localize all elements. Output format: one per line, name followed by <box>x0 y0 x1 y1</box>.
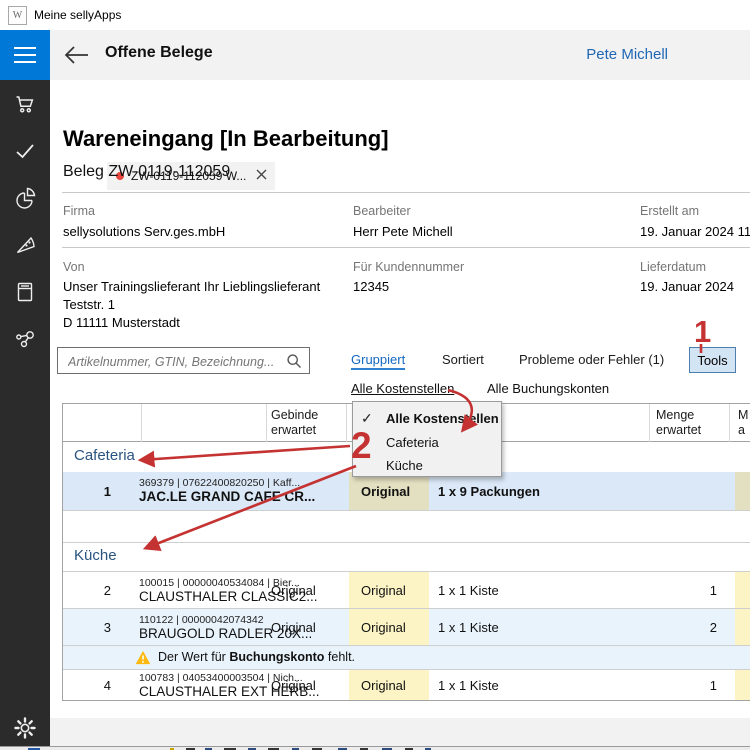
menge-erwartet-cell: 2 <box>649 609 717 645</box>
kostenstellen-dropdown: ✓ Alle Kostenstellen Cafeteria Küche <box>352 401 502 477</box>
hamburger-menu-button[interactable] <box>0 30 50 80</box>
titlebar: W Meine sellyApps <box>0 0 750 30</box>
kundennummer-value: 12345 <box>353 279 389 294</box>
gebinde-cell: Original <box>271 609 316 645</box>
gebinde-cell: Original <box>271 572 316 608</box>
firma-label: Firma <box>63 204 95 218</box>
cutoff-cell <box>735 609 750 645</box>
cutoff-cell <box>735 572 750 608</box>
gruppiert-link[interactable]: Gruppiert <box>351 352 405 370</box>
close-icon <box>256 167 267 185</box>
table-row[interactable]: 4 100783 | 04053400003504 | Nich... CLAU… <box>63 669 750 700</box>
von-line3: D 11111 Musterstadt <box>63 315 180 330</box>
row-meta: 369379 | 07622400820250 | Kaff... <box>139 477 300 489</box>
pie-chart-icon <box>13 186 37 215</box>
warning-icon <box>135 650 151 670</box>
share-icon <box>13 327 37 356</box>
sidebar-item-food[interactable] <box>0 230 50 264</box>
buchungskonten-filter[interactable]: Alle Buchungskonten <box>487 381 609 396</box>
kundennummer-label: Für Kundennummer <box>353 260 464 274</box>
sidebar-item-reports[interactable] <box>0 183 50 217</box>
table-row[interactable]: 1 369379 | 07622400820250 | Kaff... JAC.… <box>63 472 750 510</box>
row-meta: 110122 | 00000042074342 <box>139 614 264 626</box>
erstellt-label: Erstellt am <box>640 204 699 218</box>
col-cutoff: Ma <box>738 408 748 438</box>
dropdown-item-kueche[interactable]: Küche <box>353 453 501 477</box>
probleme-link[interactable]: Probleme oder Fehler (1) <box>519 352 664 367</box>
group-header-kueche[interactable]: Küche <box>63 542 750 571</box>
gear-icon <box>12 715 38 746</box>
sortiert-link[interactable]: Sortiert <box>442 352 484 367</box>
gebinde-cell: Original <box>271 670 316 700</box>
original-cell[interactable]: Original <box>349 609 429 645</box>
bearbeiter-label: Bearbeiter <box>353 204 411 218</box>
footer-strip <box>50 718 750 746</box>
sidebar-item-tasks[interactable] <box>0 136 50 170</box>
menge-cell: 1 x 1 Kiste <box>438 609 499 645</box>
original-cell[interactable]: Original <box>349 472 429 510</box>
erstellt-value: 19. Januar 2024 11:2 <box>640 224 750 239</box>
tab-close-button[interactable] <box>256 167 267 185</box>
page-title: Offene Belege <box>105 44 213 62</box>
cart-icon <box>13 92 37 121</box>
background-window-sliver <box>0 746 750 750</box>
cutoff-cell <box>735 472 750 510</box>
divider <box>62 247 750 248</box>
bearbeiter-value: Herr Pete Michell <box>353 224 453 239</box>
menge-erwartet-cell: 1 <box>649 670 717 700</box>
back-arrow-icon <box>62 54 90 71</box>
sidebar-item-catalog[interactable] <box>0 277 50 311</box>
lieferdatum-value: 19. Januar 2024 <box>640 279 734 294</box>
app-icon: W <box>8 6 27 25</box>
user-name[interactable]: Pete Michell <box>586 46 668 63</box>
sidebar-item-settings[interactable] <box>0 713 50 747</box>
window-title: Meine sellyApps <box>34 8 121 22</box>
warning-text: Der Wert für Buchungskonto fehlt. <box>158 650 355 664</box>
menge-erwartet-cell: 1 <box>649 572 717 608</box>
tools-button[interactable]: Tools <box>689 347 736 373</box>
col-menge-erwartet: Mengeerwartet <box>656 408 701 438</box>
table-row[interactable]: 3 110122 | 00000042074342 BRAUGOLD RADLE… <box>63 608 750 645</box>
sidebar-item-connections[interactable] <box>0 324 50 358</box>
sidebar-item-cart[interactable] <box>0 89 50 123</box>
cutoff-cell <box>735 670 750 700</box>
von-label: Von <box>63 260 85 274</box>
book-icon <box>13 280 37 309</box>
original-cell[interactable]: Original <box>349 572 429 608</box>
hamburger-icon <box>14 47 36 49</box>
search-box <box>57 347 310 374</box>
document-title: Wareneingang [In Bearbeitung] <box>63 126 389 152</box>
pizza-icon <box>13 233 37 262</box>
divider <box>62 192 750 193</box>
check-icon: ✓ <box>361 410 381 427</box>
annotation-step-1: 1 <box>694 314 711 349</box>
app-window: W Meine sellyApps <box>0 0 750 750</box>
table-row[interactable]: 2 100015 | 00000040534084 | Bier... CLAU… <box>63 571 750 608</box>
kostenstellen-filter[interactable]: Alle Kostenstellen <box>351 381 454 396</box>
von-line1: Unser Trainingslieferant Ihr Lieblingsli… <box>63 279 320 294</box>
original-cell[interactable]: Original <box>349 670 429 700</box>
menge-cell: 1 x 1 Kiste <box>438 670 499 700</box>
back-button[interactable] <box>62 43 90 72</box>
document-subtitle: Beleg ZW-0119-112059 <box>63 163 230 181</box>
search-icon[interactable] <box>286 353 302 374</box>
row-name: JAC.LE GRAND CAFE CR... <box>139 489 315 504</box>
tab-strip: ZW-0119-112059 W... <box>50 80 750 110</box>
col-gebinde-erwartet: Gebindeerwartet <box>271 408 318 438</box>
warning-row: Der Wert für Buchungskonto fehlt. <box>63 645 750 669</box>
search-input[interactable] <box>66 349 288 374</box>
firma-value: sellysolutions Serv.ges.mbH <box>63 224 225 239</box>
check-icon <box>13 139 37 168</box>
dropdown-item-alle-kostenstellen[interactable]: ✓ Alle Kostenstellen <box>353 406 501 430</box>
lieferdatum-label: Lieferdatum <box>640 260 706 274</box>
group-spacer <box>63 510 750 542</box>
menge-cell: 1 x 1 Kiste <box>438 572 499 608</box>
menge-cell: 1 x 9 Packungen <box>438 472 540 510</box>
dropdown-item-cafeteria[interactable]: Cafeteria <box>353 430 501 454</box>
von-line2: Teststr. 1 <box>63 297 115 312</box>
